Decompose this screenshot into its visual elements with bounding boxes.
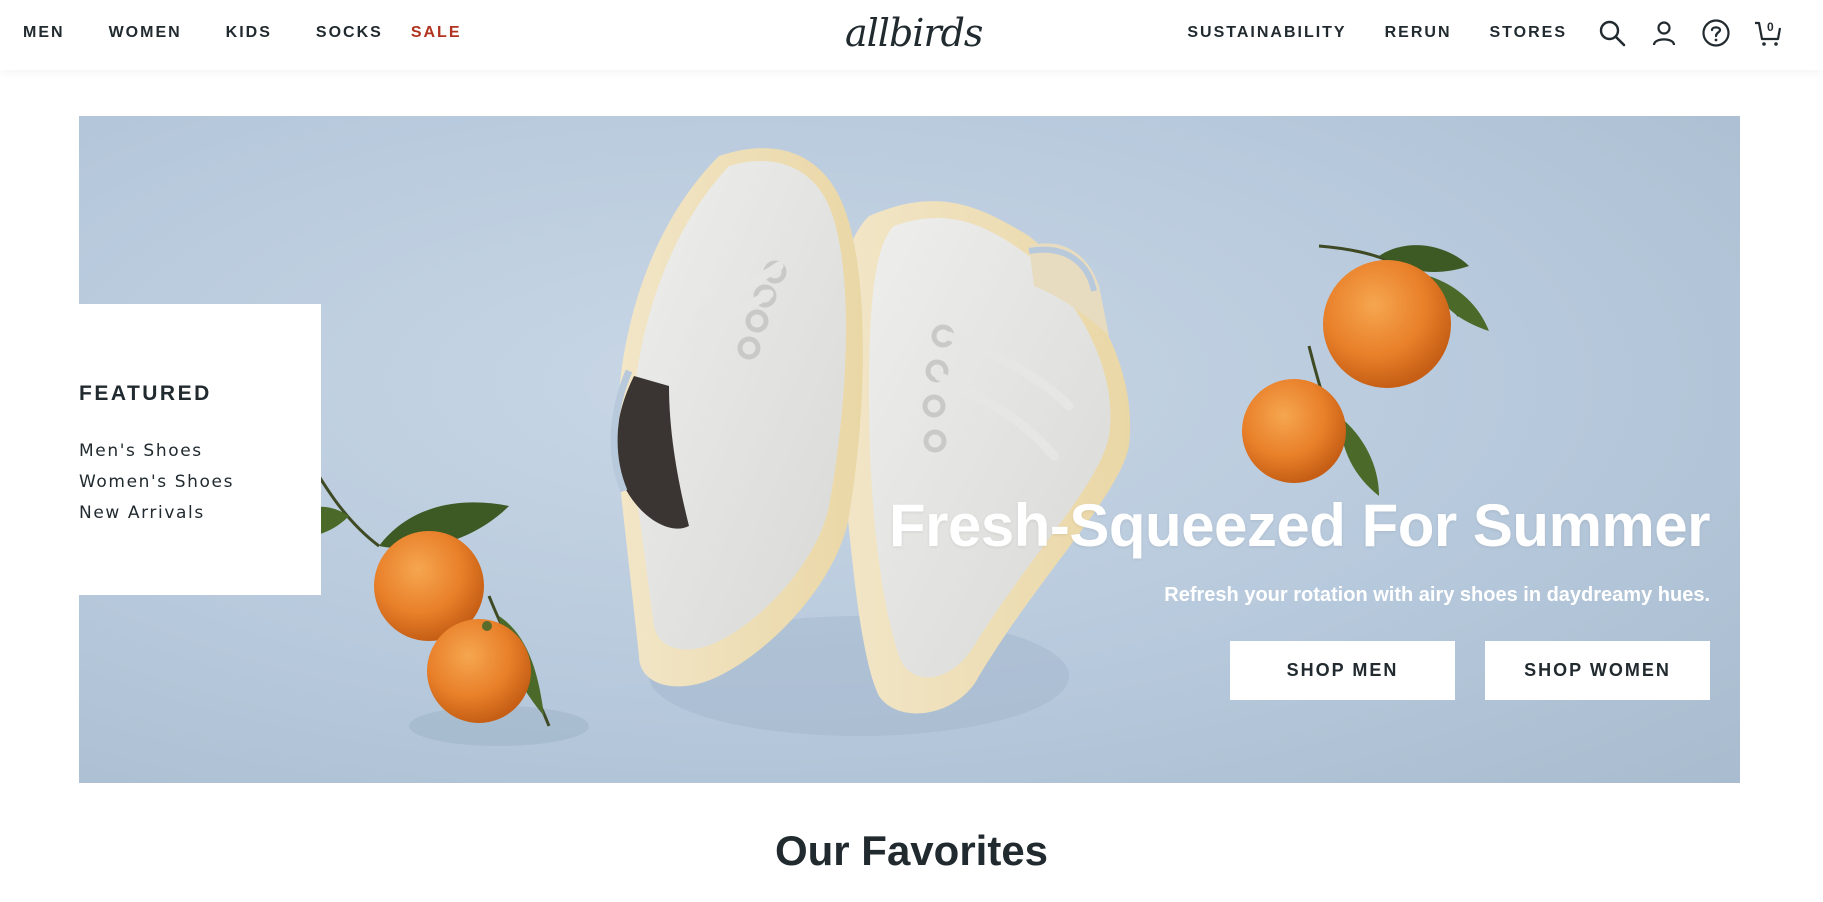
shop-men-button[interactable]: SHOP MEN	[1230, 641, 1455, 700]
hero-cta-group: SHOP MEN SHOP WOMEN	[1230, 641, 1710, 700]
featured-link-new-arrivals[interactable]: New Arrivals	[79, 498, 321, 529]
oranges-right	[1242, 244, 1489, 496]
hero-subheadline: Refresh your rotation with airy shoes in…	[1164, 584, 1710, 606]
cart-count-badge: 0	[1767, 20, 1774, 34]
nav-stores[interactable]: STORES	[1490, 24, 1568, 42]
nav-women[interactable]: WOMEN	[109, 24, 182, 42]
nav-men[interactable]: MEN	[23, 24, 65, 42]
account-icon	[1652, 21, 1676, 46]
cart-button[interactable]: 0	[1753, 18, 1783, 48]
hero-copy: Fresh-Squeezed For Summer Refresh your r…	[810, 490, 1711, 608]
nav-sustainability[interactable]: SUSTAINABILITY	[1187, 24, 1346, 42]
featured-link-womens-shoes[interactable]: Women's Shoes	[79, 467, 321, 498]
account-button[interactable]	[1649, 18, 1679, 48]
site-header: MEN WOMEN KIDS SOCKS SALE allbirds SUSTA…	[0, 0, 1823, 70]
shoe-right	[835, 201, 1131, 714]
hero-banner: Fresh-Squeezed For Summer Refresh your r…	[79, 116, 1740, 783]
shop-women-button[interactable]: SHOP WOMEN	[1485, 641, 1710, 700]
featured-heading: FEATURED	[79, 382, 212, 405]
featured-link-mens-shoes[interactable]: Men's Shoes	[79, 436, 321, 467]
help-button[interactable]	[1701, 18, 1731, 48]
nav-socks[interactable]: SOCKS	[316, 24, 383, 42]
nav-kids[interactable]: KIDS	[226, 24, 272, 42]
search-icon	[1599, 20, 1626, 47]
favorites-section-title: Our Favorites	[774, 827, 1049, 874]
nav-sale[interactable]: SALE	[411, 24, 462, 42]
hero-headline: Fresh-Squeezed For Summer	[888, 492, 1711, 559]
allbirds-logo[interactable]: allbirds	[845, 10, 983, 56]
featured-menu: FEATURED Men's Shoes Women's Shoes New A…	[79, 304, 321, 595]
help-icon	[1702, 19, 1730, 47]
search-button[interactable]	[1597, 18, 1627, 48]
secondary-nav: SUSTAINABILITY RERUN STORES 0	[1187, 0, 1783, 66]
nav-rerun[interactable]: RERUN	[1385, 24, 1452, 42]
primary-nav: MEN WOMEN KIDS SOCKS SALE	[23, 0, 461, 66]
